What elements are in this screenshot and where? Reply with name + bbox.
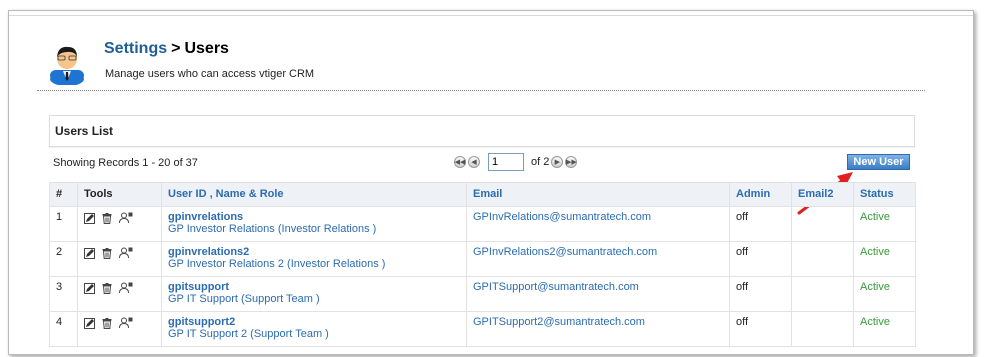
users-list-panel: Users List xyxy=(49,115,915,147)
breadcrumb-settings-link[interactable]: Settings xyxy=(104,40,167,57)
users-table: # Tools User ID , Name & Role Email Admi… xyxy=(49,182,916,347)
user-full-name: GP IT Support xyxy=(168,293,238,305)
user-id-link[interactable]: gpitsupport2 xyxy=(168,316,460,328)
table-header-row: # Tools User ID , Name & Role Email Admi… xyxy=(49,182,916,207)
trash-icon[interactable] xyxy=(102,212,112,224)
user-id-link[interactable]: gpitsupport xyxy=(168,281,460,293)
user-role-link[interactable]: (Support Team ) xyxy=(241,293,320,305)
email-link[interactable]: GPInvRelations2@sumantratech.com xyxy=(473,246,657,258)
email-link[interactable]: GPITSupport2@sumantratech.com xyxy=(473,316,645,328)
row-number: 1 xyxy=(49,206,78,242)
pagination: ◀◀ ◀ of 2 ▶ ▶▶ xyxy=(454,152,579,172)
row-number: 3 xyxy=(49,276,78,312)
user-role-link[interactable]: (Investor Relations ) xyxy=(287,258,385,270)
user-full-name: GP Investor Relations xyxy=(168,223,275,235)
breadcrumb-separator: > xyxy=(171,40,181,57)
user-name-role: GP Investor Relations (Investor Relation… xyxy=(168,223,460,235)
edit-icon[interactable] xyxy=(84,317,95,329)
window-frame: Settings > Users Manage users who can acce… xyxy=(8,10,974,355)
row-tools xyxy=(77,206,162,242)
user-id-link[interactable]: gpinvrelations xyxy=(168,211,460,223)
top-divider xyxy=(9,15,973,16)
user-role-link[interactable]: (Support Team ) xyxy=(250,328,329,340)
prev-page-icon[interactable]: ◀ xyxy=(468,156,480,168)
table-row: 2 gpinvrelations2 GP Investor Relations … xyxy=(49,241,916,277)
user-name-role: GP Investor Relations 2 (Investor Relati… xyxy=(168,258,460,270)
duplicate-user-icon[interactable] xyxy=(119,247,133,259)
records-count: Showing Records 1 - 20 of 37 xyxy=(53,157,198,169)
column-header-number: # xyxy=(49,182,78,207)
edit-icon[interactable] xyxy=(84,247,95,259)
user-cell: gpitsupport2 GP IT Support 2 (Support Te… xyxy=(161,311,467,347)
column-header-admin[interactable]: Admin xyxy=(729,182,792,207)
user-name-role: GP IT Support (Support Team ) xyxy=(168,293,460,305)
admin-cell: off xyxy=(729,241,792,277)
breadcrumb: Settings > Users xyxy=(104,40,229,58)
row-number: 4 xyxy=(49,311,78,347)
edit-icon[interactable] xyxy=(84,212,95,224)
duplicate-user-icon[interactable] xyxy=(119,212,133,224)
user-cell: gpinvrelations2 GP Investor Relations 2 … xyxy=(161,241,467,277)
last-page-icon[interactable]: ▶▶ xyxy=(565,156,578,168)
user-avatar-icon xyxy=(50,46,84,85)
header-divider xyxy=(37,90,925,91)
trash-icon[interactable] xyxy=(102,317,112,329)
user-full-name: GP IT Support 2 xyxy=(168,328,248,340)
status-cell: Active xyxy=(853,276,916,312)
trash-icon[interactable] xyxy=(102,247,112,259)
column-header-email2[interactable]: Email2 xyxy=(791,182,854,207)
first-page-icon[interactable]: ◀◀ xyxy=(454,156,466,168)
page-total: of 2 xyxy=(531,156,550,168)
page-number-input[interactable] xyxy=(488,153,524,171)
user-name-role: GP IT Support 2 (Support Team ) xyxy=(168,328,460,340)
user-cell: gpinvrelations GP Investor Relations (In… xyxy=(161,206,467,242)
duplicate-user-icon[interactable] xyxy=(119,282,133,294)
email-cell: GPITSupport@sumantratech.com xyxy=(466,276,730,312)
email-link[interactable]: GPITSupport@sumantratech.com xyxy=(473,281,639,293)
user-full-name: GP Investor Relations 2 xyxy=(168,258,284,270)
table-row: 4 gpitsupport2 GP IT Support 2 (Support … xyxy=(49,311,916,347)
user-cell: gpitsupport GP IT Support (Support Team … xyxy=(161,276,467,312)
page-title: Users xyxy=(184,40,229,57)
duplicate-user-icon[interactable] xyxy=(119,317,133,329)
email-cell: GPInvRelations2@sumantratech.com xyxy=(466,241,730,277)
next-page-icon[interactable]: ▶ xyxy=(551,156,564,168)
page-subtitle: Manage users who can access vtiger CRM xyxy=(105,68,315,80)
email-cell: GPITSupport2@sumantratech.com xyxy=(466,311,730,347)
email2-cell xyxy=(791,206,854,242)
email2-cell xyxy=(791,241,854,277)
column-header-email[interactable]: Email xyxy=(466,182,730,207)
user-role-link[interactable]: (Investor Relations ) xyxy=(278,223,376,235)
email2-cell xyxy=(791,311,854,347)
email2-cell xyxy=(791,276,854,312)
edit-icon[interactable] xyxy=(84,282,95,294)
email-cell: GPInvRelations@sumantratech.com xyxy=(466,206,730,242)
row-tools xyxy=(77,311,162,347)
users-list-title: Users List xyxy=(55,124,114,138)
table-row: 1 gpinvrelations GP Investor Relations (… xyxy=(49,206,916,242)
status-cell: Active xyxy=(853,241,916,277)
row-tools xyxy=(77,276,162,312)
status-cell: Active xyxy=(853,311,916,347)
user-id-link[interactable]: gpinvrelations2 xyxy=(168,246,460,258)
admin-cell: off xyxy=(729,276,792,312)
table-row: 3 gpitsupport GP IT Support (Support Tea… xyxy=(49,276,916,312)
email-link[interactable]: GPInvRelations@sumantratech.com xyxy=(473,211,651,223)
column-header-status[interactable]: Status xyxy=(853,182,916,207)
row-number: 2 xyxy=(49,241,78,277)
admin-cell: off xyxy=(729,206,792,242)
column-header-tools: Tools xyxy=(77,182,162,207)
admin-cell: off xyxy=(729,311,792,347)
status-cell: Active xyxy=(853,206,916,242)
column-header-user-id[interactable]: User ID , Name & Role xyxy=(161,182,467,207)
row-tools xyxy=(77,241,162,277)
trash-icon[interactable] xyxy=(102,282,112,294)
